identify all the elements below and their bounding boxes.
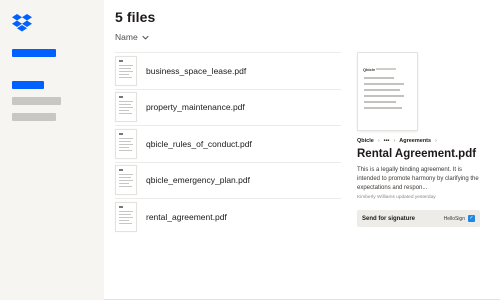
- pdf-file-icon: [115, 201, 137, 232]
- sidebar-item-files[interactable]: [12, 81, 44, 89]
- file-list: business_space_lease.pdf property_mainte…: [115, 52, 341, 235]
- file-preview-panel: Qbicle Qbicle › ••• › Agreements › Renta…: [357, 52, 480, 212]
- document-title: Rental Agreement.pdf: [357, 148, 477, 160]
- file-name: qbicle_rules_of_conduct.pdf: [146, 138, 252, 149]
- main-content: 5 files Name business_space_lease.pdf pr…: [104, 0, 500, 300]
- sort-by-name-button[interactable]: Name: [115, 32, 149, 42]
- document-brand: Qbicle: [363, 67, 376, 72]
- chevron-right-icon: ›: [435, 138, 437, 144]
- sidebar-item-requests[interactable]: [12, 113, 56, 121]
- chevron-down-icon: [142, 35, 149, 40]
- file-name: business_space_lease.pdf: [146, 65, 247, 76]
- breadcrumb-item[interactable]: Qbicle: [357, 138, 374, 144]
- file-name: rental_agreement.pdf: [146, 211, 227, 222]
- breadcrumb-item[interactable]: Agreements: [399, 138, 431, 144]
- hellosign-label: HelloSign: [443, 215, 465, 222]
- file-row[interactable]: qbicle_emergency_plan.pdf: [115, 161, 341, 199]
- send-for-signature-button[interactable]: Send for signature HelloSign ✓: [357, 210, 480, 227]
- document-description: This is a legally binding agreement. It …: [357, 167, 479, 191]
- chevron-right-icon: ›: [377, 138, 380, 144]
- sidebar-item-home[interactable]: [12, 49, 56, 57]
- file-row[interactable]: business_space_lease.pdf: [115, 52, 341, 89]
- file-row[interactable]: rental_agreement.pdf: [115, 198, 341, 235]
- pdf-file-icon: [115, 128, 137, 159]
- chevron-right-icon: ›: [393, 138, 396, 144]
- sidebar: [0, 0, 104, 300]
- pdf-file-icon: [115, 55, 137, 86]
- page-title: 5 files: [115, 9, 156, 25]
- sort-label: Name: [115, 32, 138, 42]
- file-row[interactable]: qbicle_rules_of_conduct.pdf: [115, 125, 341, 162]
- pdf-file-icon: [115, 92, 137, 123]
- app-window: 5 files Name business_space_lease.pdf pr…: [0, 0, 500, 300]
- breadcrumb: Qbicle › ••• › Agreements ›: [357, 138, 437, 144]
- file-name: property_maintenance.pdf: [146, 102, 245, 113]
- file-name: qbicle_emergency_plan.pdf: [146, 175, 250, 186]
- sidebar-item-shared[interactable]: [12, 97, 61, 105]
- breadcrumb-more[interactable]: •••: [384, 138, 390, 144]
- send-for-signature-label: Send for signature: [362, 215, 416, 222]
- document-thumbnail[interactable]: Qbicle: [357, 52, 418, 131]
- dropbox-logo-icon[interactable]: [12, 14, 32, 32]
- pdf-file-icon: [115, 165, 137, 196]
- hellosign-icon: ✓: [468, 215, 475, 222]
- document-meta: Kimberly Williams updated yesterday: [357, 195, 436, 200]
- file-row[interactable]: property_maintenance.pdf: [115, 88, 341, 126]
